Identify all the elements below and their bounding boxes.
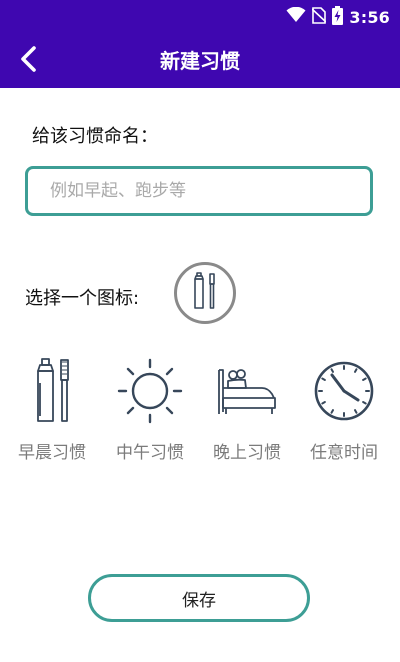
status-time: 3:56 — [349, 7, 390, 27]
habit-icon-container — [314, 356, 374, 430]
status-icons: 3:56 — [286, 5, 390, 29]
habit-icon-container — [217, 356, 277, 430]
habit-option-noon[interactable]: 中午习惯 — [100, 352, 200, 463]
habit-option-evening[interactable]: 晚上习惯 — [197, 352, 297, 463]
clock-icon — [313, 360, 375, 426]
habit-name-field-container — [25, 166, 373, 216]
habit-option-label: 晚上习惯 — [213, 443, 281, 463]
save-button[interactable]: 保存 — [88, 574, 310, 622]
habit-name-label: 给该习惯命名： — [32, 126, 158, 147]
habit-option-label: 任意时间 — [310, 443, 378, 463]
icon-select-label: 选择一个图标: — [25, 288, 140, 309]
habit-option-label: 中午习惯 — [116, 443, 184, 463]
habit-icon-container — [117, 356, 183, 430]
app-bar: 新建习惯 — [0, 34, 400, 88]
habit-option-anytime[interactable]: 任意时间 — [294, 352, 394, 463]
habit-icon-container — [22, 356, 82, 430]
habit-name-input[interactable] — [28, 169, 370, 213]
bed-icon — [216, 366, 278, 420]
battery-charging-icon — [332, 5, 344, 29]
selected-icon-preview[interactable] — [174, 262, 236, 324]
toothbrush-toothpaste-icon — [31, 358, 73, 428]
sun-icon — [116, 357, 184, 429]
wifi-icon — [286, 6, 306, 27]
habit-option-morning[interactable]: 早晨习惯 — [2, 352, 102, 463]
save-button-label: 保存 — [182, 590, 216, 611]
habit-option-label: 早晨习惯 — [18, 443, 86, 463]
page-title: 新建习惯 — [160, 49, 240, 73]
toothbrush-toothpaste-icon — [190, 272, 220, 314]
status-bar: 3:56 — [0, 0, 400, 34]
no-sim-icon — [311, 6, 327, 28]
